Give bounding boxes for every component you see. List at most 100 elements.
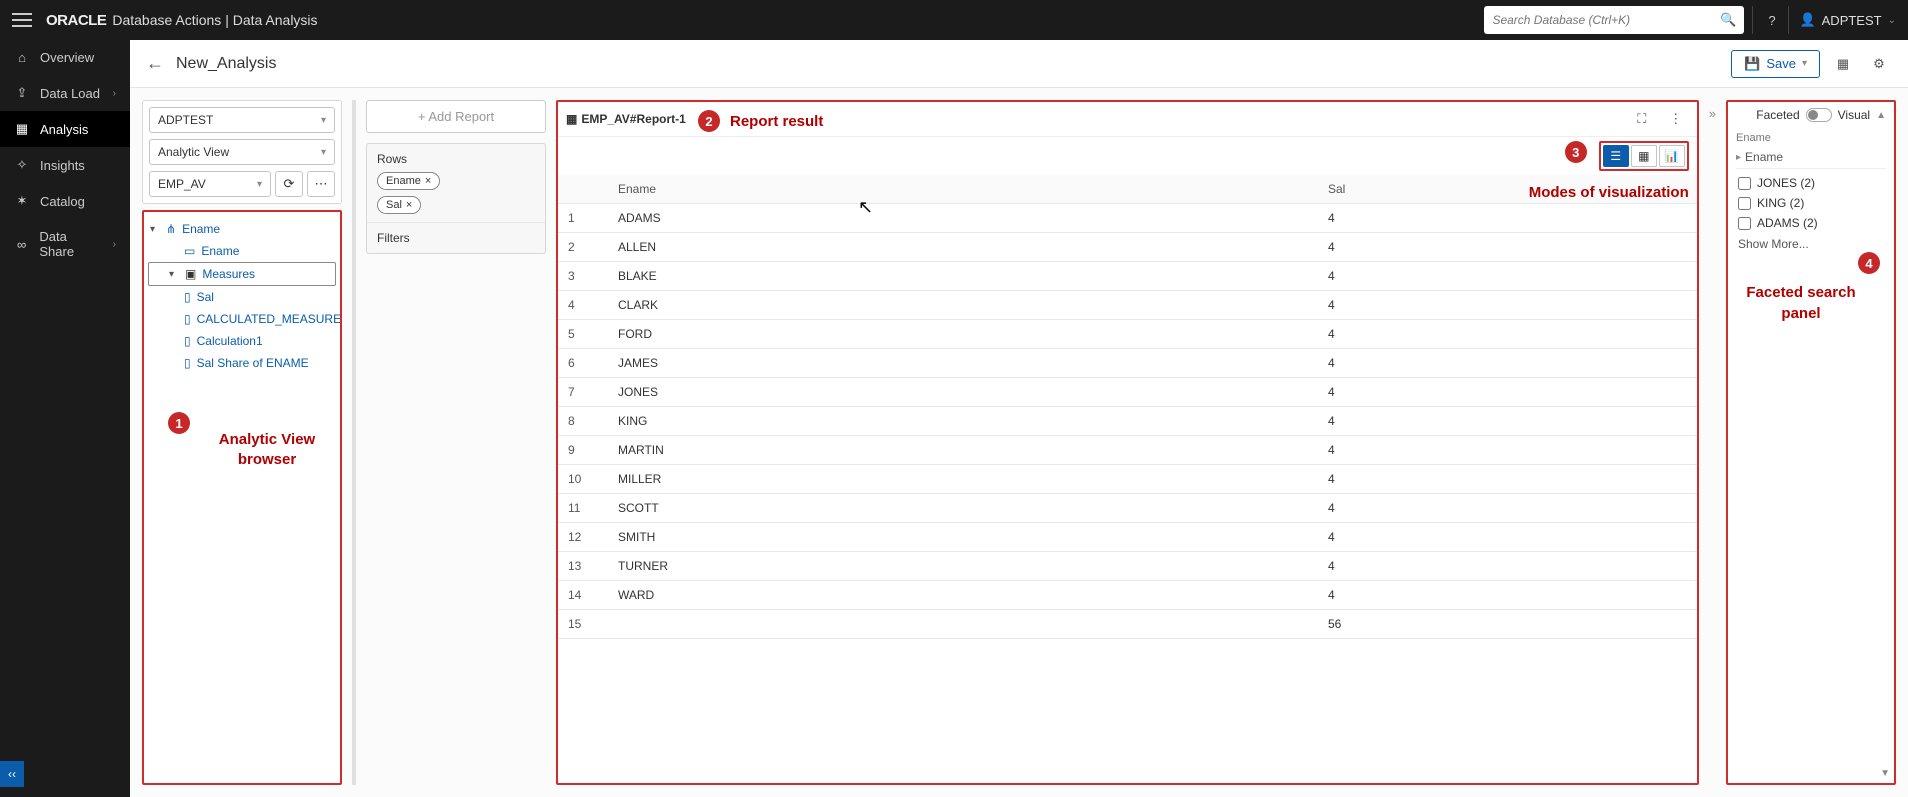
facet-item-label: JONES (2): [1757, 176, 1815, 190]
annotation-badge-3: 3: [1565, 141, 1587, 163]
add-report-button[interactable]: + Add Report: [366, 100, 546, 133]
mode-chart[interactable]: 📊: [1659, 145, 1685, 167]
col-sal[interactable]: Sal: [1318, 175, 1697, 204]
tree-salshare[interactable]: ▯Sal Share of ENAME: [148, 352, 336, 374]
user-menu[interactable]: 👤 ADPTEST ⌄: [1788, 6, 1896, 34]
facet-checkbox[interactable]: [1738, 197, 1751, 210]
cell-rownum: 15: [558, 610, 608, 639]
app-header: ORACLE Database Actions | Data Analysis …: [0, 0, 1908, 40]
chip-ename[interactable]: Ename ×: [377, 172, 440, 190]
nav-label: Insights: [40, 158, 85, 173]
save-button[interactable]: 💾 Save ▾: [1731, 50, 1820, 78]
report-table[interactable]: Ename Sal 1ADAMS42ALLEN43BLAKE44CLARK45F…: [558, 175, 1697, 783]
cell-ename: FORD: [608, 320, 1318, 349]
table-row[interactable]: 1556: [558, 610, 1697, 639]
nav-overview[interactable]: ⌂Overview: [0, 40, 130, 75]
tree-measures-group[interactable]: ▾▣Measures: [148, 262, 336, 286]
mode-table[interactable]: ☰: [1603, 145, 1629, 167]
facet-item[interactable]: KING (2): [1736, 193, 1886, 213]
col-ename[interactable]: Ename: [608, 175, 1318, 204]
cell-ename: ALLEN: [608, 233, 1318, 262]
facet-toggle[interactable]: [1806, 108, 1832, 122]
chip-label: Sal: [386, 199, 402, 211]
filters-label: Filters: [377, 231, 535, 245]
mode-pivot[interactable]: ▦: [1631, 145, 1657, 167]
nav-datashare[interactable]: ∞Data Share›: [0, 219, 130, 269]
rows-shelf[interactable]: Rows Ename× Sal×: [367, 144, 545, 223]
tree-label: Sal Share of ENAME: [197, 356, 309, 370]
cell-ename: CLARK: [608, 291, 1318, 320]
cell-sal: 4: [1318, 378, 1697, 407]
tree-sal[interactable]: ▯Sal: [148, 286, 336, 308]
cell-rownum: 7: [558, 378, 608, 407]
table-row[interactable]: 2ALLEN4: [558, 233, 1697, 262]
tree-calc-measure[interactable]: ▯CALCULATED_MEASURE1: [148, 308, 336, 330]
table-row[interactable]: 13TURNER4: [558, 552, 1697, 581]
remove-chip-icon[interactable]: ×: [425, 175, 431, 187]
table-row[interactable]: 10MILLER4: [558, 465, 1697, 494]
show-more-link[interactable]: Show More...: [1736, 233, 1886, 255]
splitter[interactable]: [352, 100, 356, 785]
cell-rownum: 4: [558, 291, 608, 320]
layout-icon[interactable]: ▦: [1830, 51, 1856, 77]
facet-checkbox[interactable]: [1738, 217, 1751, 230]
facet-checkbox[interactable]: [1738, 177, 1751, 190]
report-config: Rows Ename× Sal× Filters: [366, 143, 546, 254]
facet-item[interactable]: ADAMS (2): [1736, 213, 1886, 233]
nav-dataload[interactable]: ⇪Data Load›: [0, 75, 130, 111]
table-row[interactable]: 1ADAMS4: [558, 204, 1697, 233]
search-input[interactable]: [1492, 13, 1720, 27]
avname-dropdown[interactable]: EMP_AV▾: [149, 171, 271, 197]
table-row[interactable]: 5FORD4: [558, 320, 1697, 349]
table-row[interactable]: 14WARD4: [558, 581, 1697, 610]
table-row[interactable]: 3BLAKE4: [558, 262, 1697, 291]
nav-analysis[interactable]: ▦Analysis: [0, 111, 130, 147]
expand-facet-icon[interactable]: »: [1709, 106, 1716, 121]
cell-ename: WARD: [608, 581, 1318, 610]
tree-ename-group[interactable]: ▾⋔Ename: [148, 218, 336, 240]
facet-group-header[interactable]: ▸Ename: [1736, 146, 1886, 169]
expand-icon[interactable]: ⛶: [1629, 106, 1655, 132]
table-row[interactable]: 4CLARK4: [558, 291, 1697, 320]
remove-chip-icon[interactable]: ×: [406, 199, 412, 211]
chip-label: Ename: [386, 175, 421, 187]
avname-value: EMP_AV: [158, 177, 206, 191]
tree-calc1[interactable]: ▯Calculation1: [148, 330, 336, 352]
table-row[interactable]: 7JONES4: [558, 378, 1697, 407]
chip-sal[interactable]: Sal ×: [377, 196, 421, 214]
search-box[interactable]: 🔍: [1484, 6, 1744, 34]
tree-label: Sal: [197, 290, 214, 304]
nav-label: Data Share: [39, 229, 102, 259]
scroll-down-icon[interactable]: ▼: [1880, 768, 1890, 779]
cell-rownum: 14: [558, 581, 608, 610]
tree-ename-attr[interactable]: ▭Ename: [148, 240, 336, 262]
settings-icon[interactable]: ⚙: [1866, 51, 1892, 77]
viewtype-value: Analytic View: [158, 145, 229, 159]
facet-item[interactable]: JONES (2): [1736, 173, 1886, 193]
menu-icon[interactable]: [12, 9, 32, 31]
help-icon[interactable]: ?: [1752, 6, 1780, 34]
chevron-down-icon: ⌄: [1888, 15, 1896, 26]
collapse-sidebar-button[interactable]: ‹‹: [0, 761, 24, 787]
cell-ename: JONES: [608, 378, 1318, 407]
col-rownum: [558, 175, 608, 204]
back-button[interactable]: ←: [146, 53, 164, 74]
table-row[interactable]: 12SMITH4: [558, 523, 1697, 552]
collapse-up-icon[interactable]: ▲: [1876, 110, 1886, 121]
table-row[interactable]: 6JAMES4: [558, 349, 1697, 378]
catalog-icon: ✶: [14, 193, 30, 209]
viewtype-dropdown[interactable]: Analytic View▾: [149, 139, 335, 165]
table-row[interactable]: 8KING4: [558, 407, 1697, 436]
nav-insights[interactable]: ✧Insights: [0, 147, 130, 183]
table-row[interactable]: 9MARTIN4: [558, 436, 1697, 465]
nav-label: Analysis: [40, 122, 88, 137]
schema-dropdown[interactable]: ADPTEST▾: [149, 107, 335, 133]
table-row[interactable]: 11SCOTT4: [558, 494, 1697, 523]
report-menu-icon[interactable]: ⋮: [1663, 106, 1689, 132]
refresh-button[interactable]: ⟳: [275, 171, 303, 197]
filters-shelf[interactable]: Filters: [367, 223, 545, 253]
nav-catalog[interactable]: ✶Catalog: [0, 183, 130, 219]
more-button[interactable]: ⋯: [307, 171, 335, 197]
page-title: New_Analysis: [176, 55, 276, 73]
search-icon[interactable]: 🔍: [1720, 12, 1736, 28]
